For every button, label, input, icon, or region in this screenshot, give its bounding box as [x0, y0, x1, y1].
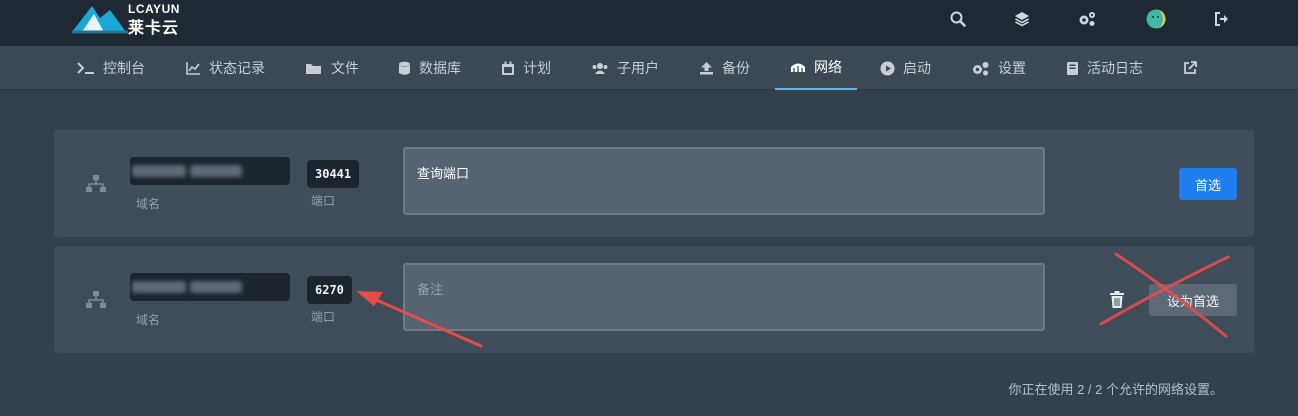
- network-icon: [791, 63, 805, 72]
- chart-icon: [186, 61, 200, 75]
- trash-icon[interactable]: [1109, 291, 1125, 309]
- primary-button[interactable]: 首选: [1178, 168, 1237, 200]
- tab-settings[interactable]: 设置: [971, 46, 1026, 90]
- external-link-icon: [1184, 61, 1197, 74]
- tab-backup-label: 备份: [722, 60, 750, 76]
- users-icon: [592, 62, 608, 74]
- tab-database[interactable]: 数据库: [398, 46, 461, 90]
- avatar[interactable]: [1145, 8, 1167, 30]
- allocation-row-2: 域名 6270 端口 备注 设为首选: [54, 246, 1254, 353]
- external-link[interactable]: [1183, 46, 1197, 90]
- settings-icon[interactable]: [1076, 8, 1098, 30]
- logo[interactable]: LCAYUN 莱卡云: [70, 0, 210, 37]
- tab-files-label: 文件: [331, 60, 359, 76]
- port-value: 6270: [307, 276, 352, 304]
- folder-icon: [306, 63, 321, 74]
- make-primary-button[interactable]: 设为首选: [1149, 284, 1237, 316]
- tab-startup[interactable]: 启动: [880, 46, 931, 90]
- tab-activity-log-label: 活动日志: [1087, 60, 1143, 76]
- logo-chinese: 莱卡云: [128, 20, 180, 37]
- network-node-icon: [86, 291, 106, 308]
- tab-console-label: 控制台: [103, 60, 145, 76]
- network-node-icon: [86, 175, 106, 192]
- tab-backup[interactable]: 备份: [699, 46, 750, 90]
- tab-status-log[interactable]: 状态记录: [186, 46, 265, 90]
- upload-icon: [700, 62, 713, 75]
- tab-network[interactable]: 网络: [775, 46, 857, 90]
- play-icon: [880, 61, 895, 75]
- port-value: 30441: [307, 160, 360, 188]
- tab-settings-label: 设置: [998, 60, 1026, 76]
- main-nav: 控制台 状态记录 文件 数据库 计划 子用户 备份 网络 启动 设置 活动日志: [0, 46, 1298, 90]
- tab-subusers[interactable]: 子用户: [591, 46, 659, 90]
- port-label: 端口: [311, 194, 336, 208]
- database-icon: [399, 61, 410, 75]
- tab-startup-label: 启动: [903, 60, 931, 76]
- note-input[interactable]: 查询端口: [403, 147, 1045, 215]
- tab-status-log-label: 状态记录: [209, 60, 265, 76]
- usage-text: 你正在使用 2 / 2 个允许的网络设置。: [1008, 382, 1223, 397]
- gears-icon: [973, 61, 989, 75]
- logo-mark-icon: [72, 6, 128, 34]
- port-label: 端口: [311, 310, 336, 324]
- layers-icon[interactable]: [1011, 8, 1033, 30]
- terminal-icon: [77, 62, 94, 74]
- note-input[interactable]: 备注: [403, 263, 1045, 331]
- domain-label: 域名: [136, 197, 161, 211]
- book-icon: [1067, 61, 1078, 75]
- tab-activity-log[interactable]: 活动日志: [1066, 46, 1143, 90]
- domain-value-redacted: [130, 273, 290, 301]
- allocation-row-1: 域名 30441 端口 查询端口 首选: [54, 130, 1254, 237]
- tab-subusers-label: 子用户: [617, 60, 659, 76]
- tab-files[interactable]: 文件: [305, 46, 359, 90]
- tab-schedule[interactable]: 计划: [501, 46, 551, 90]
- domain-value-redacted: [130, 157, 290, 185]
- top-bar: LCAYUN 莱卡云: [0, 0, 1298, 46]
- tab-network-label: 网络: [814, 59, 842, 75]
- tab-database-label: 数据库: [419, 60, 461, 76]
- logout-icon[interactable]: [1211, 8, 1233, 30]
- domain-label: 域名: [136, 313, 161, 327]
- search-icon[interactable]: [947, 8, 969, 30]
- tab-schedule-label: 计划: [523, 60, 551, 76]
- calendar-icon: [502, 61, 514, 75]
- tab-console[interactable]: 控制台: [77, 46, 145, 90]
